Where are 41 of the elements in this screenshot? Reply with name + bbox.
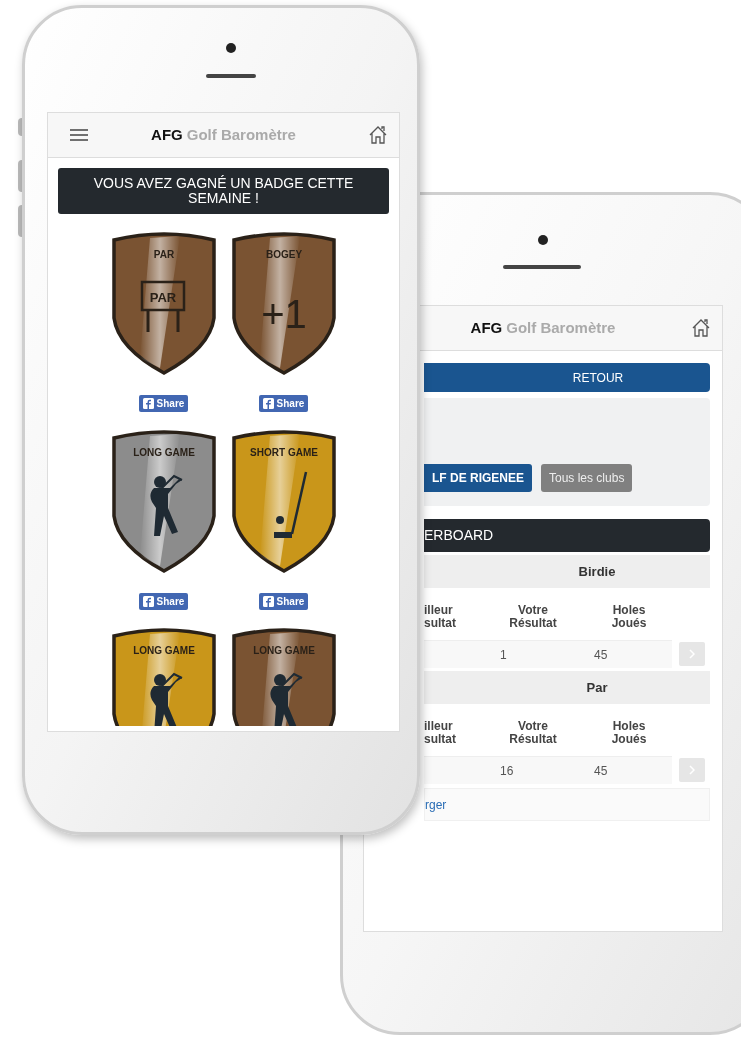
app-title: Golf Baromètre <box>506 317 616 338</box>
facebook-icon <box>142 398 154 409</box>
column-header: Holes Joués <box>610 720 648 746</box>
menu-icon[interactable] <box>70 129 88 141</box>
share-button[interactable]: Share <box>138 395 189 412</box>
column-header: Votre Résultat <box>508 720 558 746</box>
column-header: illeur sultat <box>424 720 457 746</box>
golfer-icon <box>149 672 183 726</box>
app-brand: AFG <box>470 317 503 338</box>
chevron-right-icon <box>689 765 695 775</box>
back-button[interactable]: RETOUR <box>424 363 710 392</box>
column-header: Votre Résultat <box>508 604 558 630</box>
golfer-icon <box>149 474 183 536</box>
load-more-link[interactable]: rger <box>425 795 447 814</box>
section-title: ERBOARD <box>424 519 710 552</box>
badge-banner: VOUS AVEZ GAGNÉ UN BADGE CETTE SEMAINE ! <box>58 168 389 214</box>
putter-icon <box>273 471 307 538</box>
group-title: Birdie <box>424 555 710 588</box>
chevron-right-icon <box>689 649 695 659</box>
result-value: 45 <box>593 646 609 664</box>
club-filter-button[interactable]: LF DE RIGENEE <box>424 464 532 492</box>
facebook-icon <box>262 596 274 607</box>
app-title: Golf Baromètre <box>186 124 296 145</box>
column-header: Holes Joués <box>610 604 648 630</box>
home-icon[interactable] <box>368 125 388 145</box>
share-button[interactable]: Share <box>138 593 189 610</box>
result-value: 45 <box>593 762 609 780</box>
facebook-icon <box>142 596 154 607</box>
column-header: illeur sultat <box>424 604 457 630</box>
badge-shield: LONG GAME <box>109 428 218 573</box>
golfer-icon <box>269 672 303 726</box>
app-brand: AFG <box>151 124 183 145</box>
speaker-grille <box>206 74 256 78</box>
group-title: Par <box>424 671 710 704</box>
share-button[interactable]: Share <box>258 593 309 610</box>
home-icon[interactable] <box>691 318 711 338</box>
facebook-icon <box>262 398 274 409</box>
result-value: 16 <box>499 762 515 780</box>
club-filter-button[interactable]: Tous les clubs <box>541 464 633 492</box>
result-value: 1 <box>499 646 508 664</box>
share-button[interactable]: Share <box>258 395 309 412</box>
